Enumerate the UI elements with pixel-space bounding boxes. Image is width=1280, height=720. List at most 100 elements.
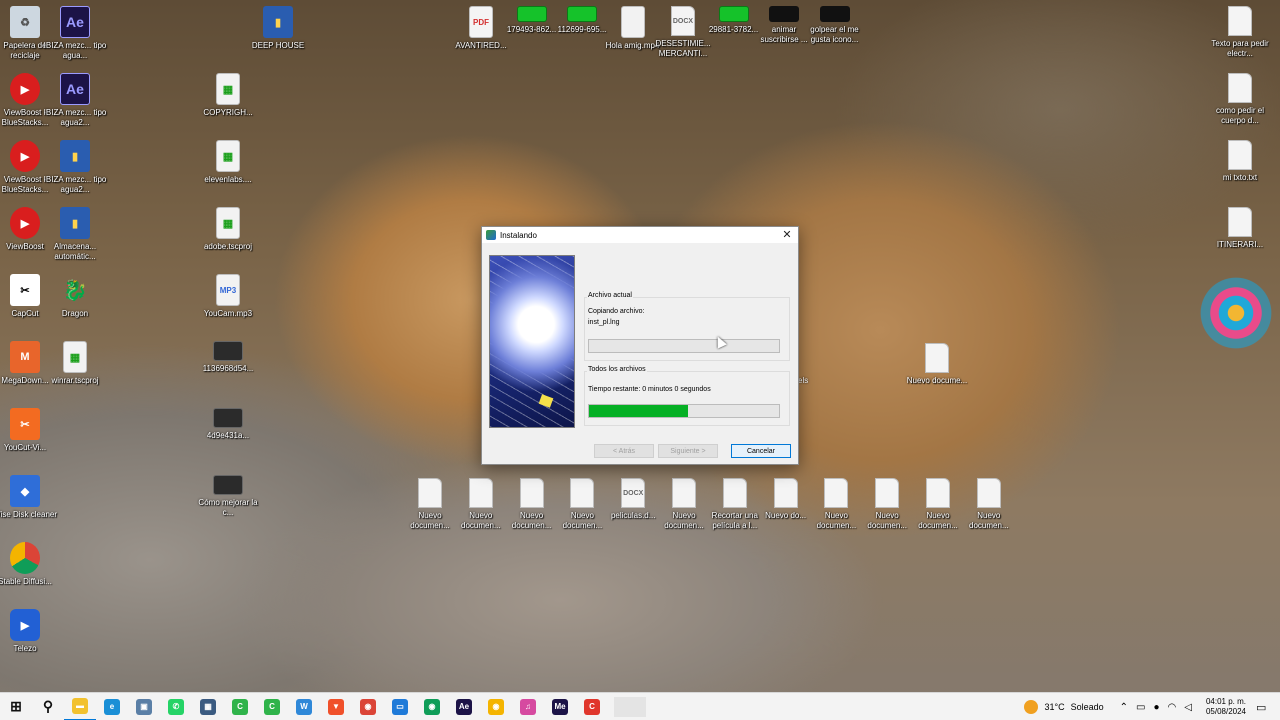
copying-file-label: Copiando archivo:: [588, 308, 645, 315]
text-file-icon: [570, 478, 595, 508]
desktop-icon[interactable]: Texto para pedir electr...: [1208, 6, 1272, 59]
text-file-icon: [926, 478, 950, 508]
desktop-icon[interactable]: 🐉 Dragon: [43, 274, 107, 319]
wifi-icon[interactable]: ◠: [1168, 702, 1177, 713]
desktop-icon-label: Telezo: [13, 644, 37, 653]
media-encoder-icon[interactable]: Me: [544, 693, 576, 720]
text-file-icon: [1228, 140, 1252, 170]
desktop-icon[interactable]: ▦ COPYRIGH...: [196, 73, 260, 118]
desktop-icon[interactable]: ▮ DEEP HOUSE: [246, 6, 310, 51]
chrome-icon: [10, 542, 40, 574]
desktop-icon[interactable]: 1136968d54...: [196, 341, 260, 374]
search-icon[interactable]: ⚲: [32, 693, 64, 720]
clock[interactable]: 04:01 p. m. 05/08/2024: [1206, 697, 1246, 717]
desktop-icon-label: 4d9e431a...: [206, 431, 250, 440]
viewboost-icon: ▶: [10, 140, 40, 172]
media-encoder-icon-glyph: Me: [552, 698, 568, 715]
chrome-profile-icon[interactable]: ◉: [416, 693, 448, 720]
close-icon[interactable]: ✕: [780, 228, 794, 241]
desktop-icon-label: Nuevo documen...: [969, 511, 1009, 530]
desktop-icon[interactable]: ✂ YouCut-Vi...: [0, 408, 57, 453]
after-effects-icon[interactable]: Ae: [448, 693, 480, 720]
word-w-icon[interactable]: W: [288, 693, 320, 720]
capcut-icon: ✂: [10, 274, 40, 306]
desktop-icon[interactable]: ▶ Telezo: [0, 609, 57, 654]
text-file-icon: [875, 478, 900, 508]
dialog-titlebar[interactable]: Instalando ✕: [482, 227, 798, 243]
chevron-up-icon[interactable]: ⌃: [1120, 702, 1128, 713]
sun-icon: [1024, 700, 1039, 714]
desktop-icon-label: Almacena... automátic...: [53, 242, 97, 261]
desktop-icon[interactable]: Stable Diffusi...: [0, 542, 57, 587]
desktop-icon[interactable]: ▦ winrar.tscproj: [43, 341, 107, 386]
camtasia-red-icon[interactable]: C: [576, 693, 608, 720]
desktop-icon-label: Nuevo do...: [765, 511, 807, 520]
chrome-profile-icon-2[interactable]: ◉: [480, 693, 512, 720]
desktop-icon-label: AVANTIRED...: [455, 41, 507, 50]
book-icon: ▮: [263, 6, 293, 38]
desktop-icon[interactable]: golpear el me gusta icono...: [803, 6, 867, 45]
desktop-icon-label: Dragon: [61, 309, 89, 318]
file-explorer-icon[interactable]: ▬: [64, 693, 96, 720]
desktop-icon[interactable]: como pedir el cuerpo d...: [1208, 73, 1272, 126]
desktop-icon-label: peliculas.d...: [610, 511, 656, 520]
edge-icon[interactable]: e: [96, 693, 128, 720]
desktop-icon[interactable]: ◆ Wise Disk cleaner: [0, 475, 57, 520]
weather-temp: 31°C: [1044, 702, 1065, 712]
system-tray: 31°C Soleado ⌃ ▭ ● ◠ ◁ 04:01 p. m. 05/08…: [1024, 693, 1280, 720]
ai-brain-logo-icon: [1196, 273, 1276, 353]
camtasia-icon-2-glyph: C: [264, 698, 280, 715]
desktop-icon[interactable]: ▮ IBIZA mezc... tipo agua2...: [43, 140, 107, 195]
next-button[interactable]: Siguiente >: [658, 444, 718, 458]
app-icon-1[interactable]: ▣: [128, 693, 160, 720]
notification-icon[interactable]: ▭: [1256, 701, 1274, 714]
brave-icon[interactable]: ▼: [320, 693, 352, 720]
microphone-icon[interactable]: ●: [1153, 702, 1159, 713]
whatsapp-icon[interactable]: ✆: [160, 693, 192, 720]
desktop-icon[interactable]: Nuevo documen...: [957, 478, 1021, 531]
time-remaining-label: Tiempo restante: 0 minutos 0 segundos: [588, 386, 711, 393]
desktop-icon[interactable]: Ae IBIZA mezc... tipo agua...: [43, 6, 107, 61]
start-button[interactable]: ⊞: [0, 693, 32, 720]
installer-app-icon: [486, 230, 496, 240]
video-thumbnail-icon: [213, 341, 243, 361]
taskbar-empty-slot[interactable]: [614, 696, 646, 717]
desktop-icon[interactable]: mi txto.txt: [1208, 140, 1272, 183]
after-effects-icon: Ae: [60, 6, 90, 38]
cancel-button[interactable]: Cancelar: [731, 444, 791, 458]
desktop-icon[interactable]: Nuevo docume...: [905, 343, 969, 386]
current-file-name: inst_pl.lng: [588, 319, 620, 326]
viewboost-icon: ▶: [10, 207, 40, 239]
weather-widget[interactable]: 31°C Soleado: [1024, 700, 1104, 714]
camtasia-icon-2[interactable]: C: [256, 693, 288, 720]
desktop-icon[interactable]: MP3 YouCam.mp3: [196, 274, 260, 319]
volume-icon[interactable]: ◁: [1184, 702, 1192, 713]
desktop-icon[interactable]: Ae IBIZA mezc... tipo agua2...: [43, 73, 107, 128]
remote-desktop-icon-glyph: ▭: [392, 698, 408, 715]
text-file-icon: [824, 478, 849, 508]
desktop-icon-label: 1136968d54...: [202, 364, 254, 373]
desktop-icon-label: Nuevo docume...: [906, 376, 968, 385]
desktop-icon[interactable]: ▦ elevenlabs....: [196, 140, 260, 185]
recycle-bin-icon: ♻: [10, 6, 40, 38]
desktop-icon-label: MegaDown...: [1, 376, 49, 385]
desktop-icon[interactable]: ▮ Almacena... automátic...: [43, 207, 107, 262]
camtasia-icon[interactable]: C: [224, 693, 256, 720]
back-button[interactable]: < Atrás: [594, 444, 654, 458]
remote-desktop-icon[interactable]: ▭: [384, 693, 416, 720]
after-effects-icon-glyph: Ae: [456, 698, 472, 715]
network-icon[interactable]: ▭: [1136, 702, 1145, 713]
chrome-icon[interactable]: ◉: [352, 693, 384, 720]
desktop-icon[interactable]: 4d9e431a...: [196, 408, 260, 441]
desktop-icon-label: YouCut-Vi...: [3, 443, 47, 452]
whatsapp-icon-glyph: ✆: [168, 698, 184, 715]
desktop-icon[interactable]: Cómo mejorar la c...: [196, 475, 260, 518]
video-thumbnail-icon: [213, 475, 243, 495]
desktop-icon[interactable]: ITINERARI...: [1208, 207, 1272, 250]
app-icon-2[interactable]: ▦: [192, 693, 224, 720]
app-icon-1-glyph: ▣: [136, 698, 152, 715]
video-project-icon: ▦: [216, 207, 240, 239]
docx-file-icon: DOCX: [671, 6, 695, 36]
desktop-icon[interactable]: ▦ adobe.tscproj: [196, 207, 260, 252]
headphones-icon[interactable]: ♫: [512, 693, 544, 720]
